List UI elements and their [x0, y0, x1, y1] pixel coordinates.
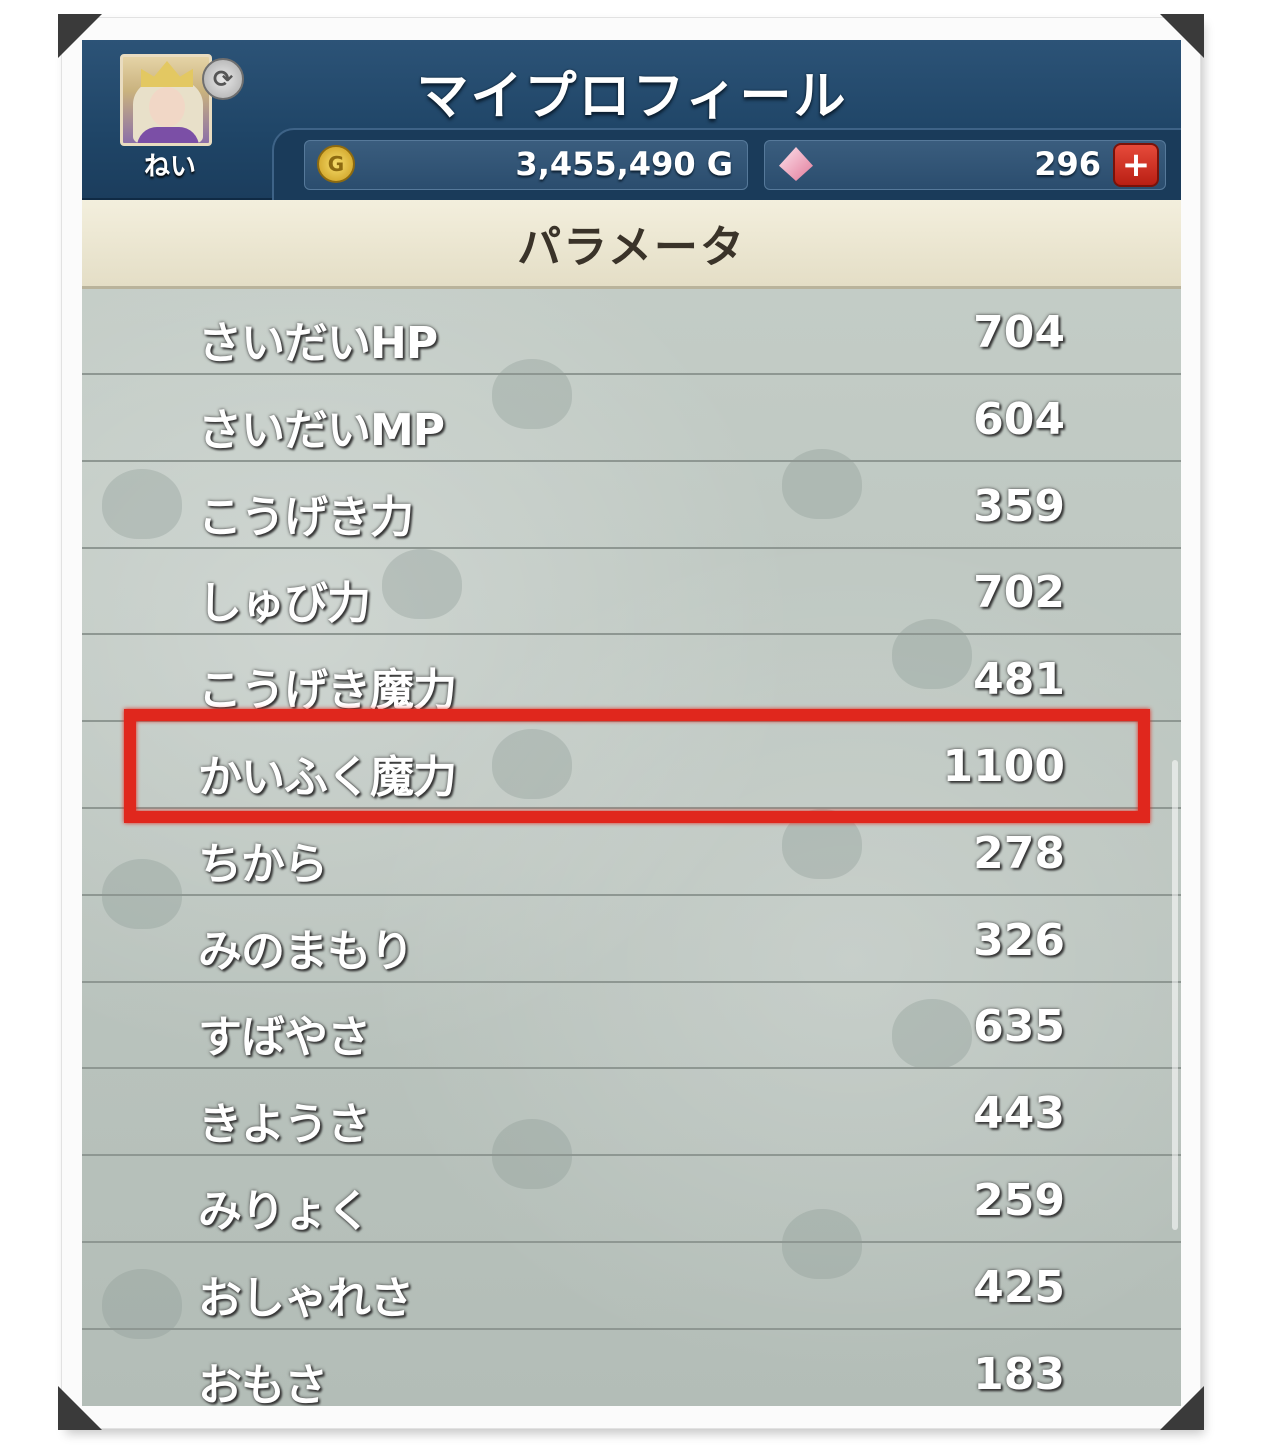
parameter-name: さいだいHP — [198, 318, 438, 369]
parameter-value: 278 — [973, 827, 1065, 879]
avatar-face — [149, 87, 185, 127]
section-title: パラメータ — [517, 222, 746, 273]
avatar-body — [137, 127, 199, 143]
gold-coin-icon: G — [317, 145, 355, 183]
gem-value: 296 — [1034, 145, 1101, 183]
highlight-box — [124, 709, 1150, 823]
parameter-value: 635 — [973, 1001, 1065, 1053]
parameter-name: きようさ — [198, 1099, 371, 1151]
add-gems-button[interactable]: + — [1113, 143, 1159, 187]
profile-header: ⟳ ねい マイプロフィール G 3,455,490 G 296 + — [82, 40, 1181, 200]
parameter-value: 183 — [973, 1348, 1065, 1400]
gem-display: 296 + — [764, 140, 1166, 190]
parameter-name: ちから — [198, 838, 328, 890]
parameter-name: すばやさ — [198, 1012, 371, 1064]
player-name: ねい — [143, 152, 196, 182]
page-title: マイプロフィール — [416, 67, 848, 127]
parameter-value: 604 — [973, 393, 1065, 445]
parameter-value: 425 — [973, 1261, 1065, 1313]
parameter-name: おしゃれさ — [198, 1272, 414, 1324]
parameter-row: みりょく 259 — [82, 1157, 1181, 1243]
parameter-row: さいだいMP 604 — [82, 376, 1181, 462]
parameter-name: おもさ — [198, 1359, 328, 1406]
parameter-row: みのまもり 326 — [82, 897, 1181, 983]
parameter-row: しゅび力 702 — [82, 549, 1181, 636]
gold-value: 3,455,490 G — [515, 145, 733, 183]
parameter-row: さいだいHP 704 — [82, 289, 1181, 375]
avatar[interactable] — [120, 54, 212, 146]
parameter-row: おもさ 183 — [82, 1331, 1181, 1406]
parameter-name: みりょく — [198, 1186, 371, 1237]
parameter-value: 443 — [973, 1088, 1065, 1140]
game-screen: ⟳ ねい マイプロフィール G 3,455,490 G 296 + パラメータ — [82, 40, 1181, 1406]
currency-bar: G 3,455,490 G 296 + — [272, 128, 1181, 200]
parameter-name: しゅび力 — [198, 578, 371, 630]
scrollbar[interactable] — [1172, 760, 1178, 1230]
parameter-value: 702 — [973, 567, 1065, 619]
parameter-row: おしゃれさ 425 — [82, 1244, 1181, 1330]
gem-icon — [779, 147, 813, 181]
parameter-list[interactable]: さいだいHP 704 さいだいMP 604 こうげき力 359 しゅび力 702 こうげき魔力 4… — [82, 289, 1181, 1406]
parameter-name: こうげき力 — [198, 491, 414, 543]
parameter-name: みのまもり — [198, 925, 414, 977]
section-header: パラメータ — [82, 200, 1181, 289]
avatar-crown — [141, 61, 193, 87]
parameter-value: 326 — [973, 914, 1065, 966]
parameter-value: 481 — [973, 654, 1065, 706]
parameter-value: 359 — [973, 480, 1065, 532]
parameter-row: こうげき力 359 — [82, 463, 1181, 549]
refresh-icon[interactable]: ⟳ — [202, 58, 244, 100]
parameter-value: 704 — [973, 307, 1065, 358]
parameter-value: 259 — [973, 1175, 1065, 1226]
parameter-row: すばやさ 635 — [82, 983, 1181, 1070]
parameter-row: きようさ 443 — [82, 1070, 1181, 1157]
parameter-name: さいだいMP — [198, 404, 445, 456]
gold-display: G 3,455,490 G — [304, 140, 748, 190]
